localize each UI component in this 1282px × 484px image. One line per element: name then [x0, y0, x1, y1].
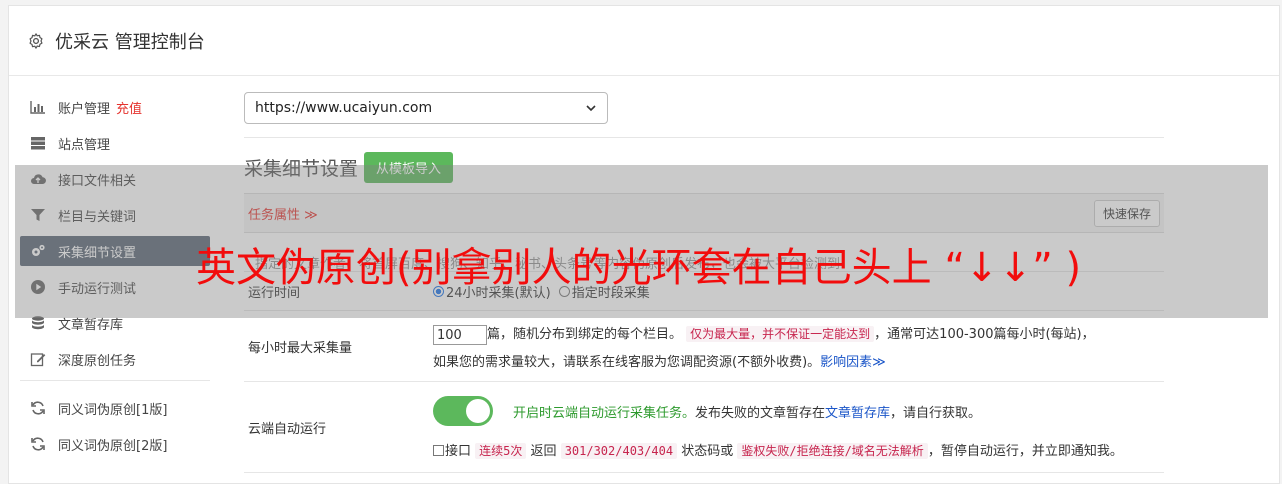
sidebar-item-label: 同义词伪原创[1版]	[58, 402, 168, 418]
max-line2: 如果您的需求量较大，请联系在线客服为您调配资源(不额外收费)。影响因素≫	[433, 348, 1164, 378]
cloud-line2: 接口 连续5次 返回 301/302/403/404 状态码或 鉴权失败/拒绝连…	[433, 440, 1164, 459]
server-icon	[31, 137, 45, 150]
tag-codes: 301/302/403/404	[560, 443, 678, 459]
row-label-cloud: 云端自动运行	[248, 421, 327, 437]
cb-label: 接口	[445, 444, 472, 459]
cloud-line1: 开启时云端自动运行采集任务。 发布失败的文章暂存在 文章暂存库 ，请自行获取。	[433, 396, 1164, 426]
panel-header: 优采云 管理控制台	[9, 6, 1279, 76]
edit-icon	[30, 353, 46, 367]
site-select[interactable]: https://www.ucaiyun.com	[244, 92, 608, 124]
site-select-value: https://www.ucaiyun.com	[255, 100, 433, 116]
chevron-down-icon	[586, 105, 596, 112]
sidebar-item-label: 账户管理	[58, 101, 111, 117]
page-title: 优采云 管理控制台	[55, 31, 205, 53]
article-store-link[interactable]: 文章暂存库	[825, 402, 890, 421]
toggle-knob	[466, 399, 490, 423]
cloud-text3: 返回	[530, 444, 557, 459]
sidebar-item-synonym-v1[interactable]: 同义词伪原创[1版]	[20, 393, 210, 423]
refresh-icon	[31, 437, 45, 451]
tag-times: 连续5次	[475, 443, 527, 459]
max-line1: 100 篇，随机分布到绑定的每个栏目。 仅为最大量，并不保证一定能达到 ，通常可达1…	[433, 319, 1164, 350]
row-label-max: 每小时最大采集量	[248, 340, 353, 356]
influence-link[interactable]: 影响因素≫	[820, 355, 886, 370]
sidebar-item-label: 站点管理	[58, 137, 111, 153]
recharge-link[interactable]: 充值	[116, 98, 142, 117]
table-row: 每小时最大采集量 100 篇，随机分布到绑定的每个栏目。 仅为最大量，并不保证一定…	[244, 311, 1164, 382]
max-per-hour-input[interactable]: 100	[433, 324, 487, 345]
sidebar-item-label: 深度原创任务	[58, 353, 137, 369]
max-per-hour-content: 100 篇，随机分布到绑定的每个栏目。 仅为最大量，并不保证一定能达到 ，通常可达1…	[433, 311, 1164, 381]
table-row: 云端自动运行 开启时云端自动运行采集任务。 发布失败的文章暂存在 文章暂存库 ，…	[244, 382, 1164, 473]
divider	[244, 137, 1164, 138]
cloud-run-toggle[interactable]	[433, 396, 493, 426]
max-tag: 仅为最大量，并不保证一定能达到	[686, 326, 875, 342]
sidebar-item-deep-original[interactable]: 深度原创任务	[20, 344, 210, 374]
refresh-icon	[31, 401, 45, 415]
max-text3: 如果您的需求量较大，请联系在线客服为您调配资源(不额外收费)。	[433, 355, 821, 370]
gear-icon	[29, 32, 43, 49]
cloud-run-content: 开启时云端自动运行采集任务。 发布失败的文章暂存在 文章暂存库 ，请自行获取。 …	[433, 382, 1164, 472]
sidebar-item-label: 同义词伪原创[2版]	[58, 438, 168, 454]
pause-on-error-checkbox[interactable]	[433, 445, 444, 456]
sidebar-item-synonym-v2[interactable]: 同义词伪原创[2版]	[20, 429, 210, 459]
sidebar-item-account[interactable]: 账户管理 充值	[20, 92, 210, 122]
cloud-green-text: 开启时云端自动运行采集任务。	[513, 405, 696, 421]
cloud-text1: 发布失败的文章暂存在	[695, 405, 826, 421]
sidebar-divider	[20, 380, 210, 381]
cloud-text4: 状态码或	[681, 444, 734, 459]
tag-errors: 鉴权失败/拒绝连接/域名无法解析	[737, 443, 928, 459]
max-text2: ，通常可达100-300篇每小时(每站)，	[874, 327, 1095, 342]
max-text1: 篇，随机分布到绑定的每个栏目。	[487, 327, 683, 342]
bar-chart-icon	[30, 101, 45, 114]
cloud-text5: ，暂停自动运行，并立即通知我。	[927, 444, 1123, 459]
cloud-text2: ，请自行获取。	[890, 405, 982, 421]
sidebar-item-sites[interactable]: 站点管理	[20, 128, 210, 158]
watermark-text: 英文伪原创(别拿别人的光环套在自己头上 “↓↓” )	[196, 245, 1082, 291]
